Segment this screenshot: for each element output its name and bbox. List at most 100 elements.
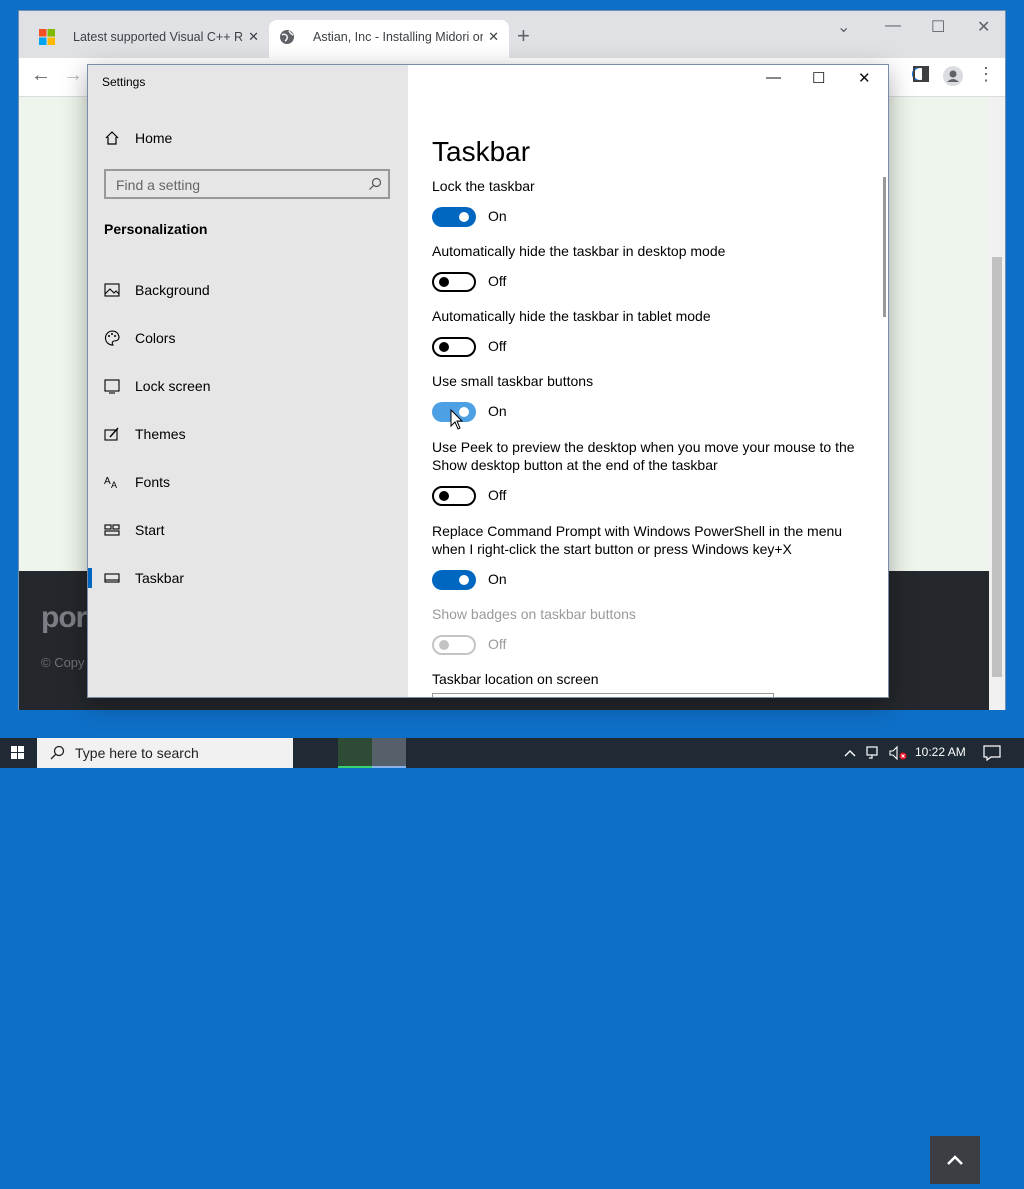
tab-search-icon[interactable]: ⌄	[837, 17, 850, 37]
selection-indicator	[88, 568, 92, 588]
minimize-icon[interactable]: —	[885, 17, 901, 35]
tab-astian[interactable]: Astian, Inc - Installing Midori on ✕	[269, 20, 509, 58]
globe-icon	[280, 30, 294, 44]
close-tab-icon[interactable]: ✕	[488, 20, 499, 54]
windows-taskbar: Type here to search 10:22 AM	[0, 738, 1024, 768]
setting-label: Automatically hide the taskbar in deskto…	[432, 243, 726, 259]
group-heading: Personalization	[104, 221, 208, 237]
maximize-icon[interactable]: ☐	[812, 69, 825, 87]
sidebar-item-label: Themes	[135, 426, 186, 442]
menu-dots-icon[interactable]: ⋮	[977, 64, 995, 85]
lock-taskbar-toggle[interactable]	[432, 207, 476, 227]
search-icon	[50, 745, 65, 760]
image-icon	[104, 283, 120, 297]
setting-autohide-tablet: Automatically hide the taskbar in tablet…	[432, 307, 862, 359]
settings-window: Settings Home Personalization Background	[88, 65, 888, 697]
sidebar-item-label: Lock screen	[135, 378, 211, 394]
sidebar-item-label: Colors	[135, 330, 176, 346]
footer-copyright: © Copy	[41, 655, 85, 670]
setting-badges: Show badges on taskbar buttons Off	[432, 605, 862, 657]
windows-logo-icon	[11, 746, 24, 759]
themes-icon	[104, 427, 119, 441]
search-icon[interactable]	[368, 177, 382, 191]
setting-label: Taskbar location on screen	[432, 671, 599, 687]
taskbar-app-settings[interactable]	[372, 738, 406, 768]
close-icon[interactable]: ✕	[858, 69, 871, 87]
tab-visual-cpp[interactable]: Latest supported Visual C++ Redi ✕	[29, 20, 269, 58]
maximize-icon[interactable]: ☐	[931, 17, 945, 37]
notifications-icon[interactable]	[983, 745, 1001, 761]
sidebar-item-label: Fonts	[135, 474, 171, 490]
sidebar-item-label: Background	[135, 282, 210, 298]
home-icon	[105, 131, 119, 145]
taskbar-app-terminal[interactable]	[338, 738, 372, 768]
setting-label: Lock the taskbar	[432, 178, 535, 194]
autohide-desktop-toggle[interactable]	[432, 272, 476, 292]
setting-small-buttons: Use small taskbar buttons On	[432, 372, 862, 424]
volume-muted-icon[interactable]	[889, 745, 907, 761]
reading-list-icon[interactable]	[913, 66, 929, 82]
setting-lock-taskbar: Lock the taskbar On	[432, 177, 862, 229]
page-scrollbar[interactable]	[989, 97, 1005, 710]
toggle-state: On	[488, 208, 507, 224]
setting-label: Show badges on taskbar buttons	[432, 606, 636, 622]
content-scrollbar[interactable]	[883, 177, 886, 317]
footer-logo: por	[41, 601, 87, 634]
back-icon[interactable]: ←	[31, 64, 51, 87]
mouse-cursor-icon	[450, 409, 464, 430]
close-tab-icon[interactable]: ✕	[248, 20, 259, 54]
badges-toggle	[432, 635, 476, 655]
autohide-tablet-toggle[interactable]	[432, 337, 476, 357]
start-button[interactable]	[0, 738, 36, 768]
chevron-up-icon[interactable]	[843, 747, 857, 759]
sidebar-item-label: Taskbar	[135, 570, 185, 586]
powershell-toggle[interactable]	[432, 570, 476, 590]
sidebar-item-label: Home	[135, 130, 173, 146]
settings-search[interactable]	[104, 169, 390, 199]
chevron-up-icon	[947, 1155, 963, 1165]
sidebar-item-label: Start	[135, 522, 165, 538]
window-title: Settings	[102, 75, 146, 89]
tab-label: Astian, Inc - Installing Midori on	[313, 30, 483, 44]
toggle-state: On	[488, 571, 507, 587]
lock-screen-icon	[104, 379, 120, 394]
svg-text:A: A	[104, 476, 111, 487]
setting-peek: Use Peek to preview the desktop when you…	[432, 438, 860, 508]
search-input[interactable]	[106, 171, 358, 199]
scroll-to-top-button[interactable]	[930, 1136, 980, 1184]
setting-label: Replace Command Prompt with Windows Powe…	[432, 523, 843, 557]
peek-toggle[interactable]	[432, 486, 476, 506]
network-icon[interactable]	[866, 745, 882, 761]
setting-taskbar-location: Taskbar location on screen	[432, 670, 862, 688]
settings-sidebar: Settings Home Personalization Background	[88, 65, 408, 697]
toggle-state: On	[488, 403, 507, 419]
forward-icon[interactable]: →	[63, 64, 83, 87]
setting-powershell: Replace Command Prompt with Windows Powe…	[432, 522, 852, 592]
svg-text:A: A	[111, 480, 117, 490]
taskbar-icon	[104, 573, 120, 583]
tab-strip: Latest supported Visual C++ Redi ✕ Astia…	[19, 11, 1005, 58]
palette-icon	[104, 330, 120, 346]
new-tab-icon[interactable]: +	[517, 23, 530, 49]
toggle-state: Off	[488, 636, 507, 652]
settings-content: — ☐ ✕ Taskbar Lock the taskbar On Automa…	[408, 65, 888, 697]
toggle-state: Off	[488, 273, 507, 289]
setting-autohide-desktop: Automatically hide the taskbar in deskto…	[432, 242, 862, 294]
taskbar-location-dropdown[interactable]	[432, 693, 774, 697]
taskbar-search-placeholder: Type here to search	[75, 745, 199, 761]
close-icon[interactable]: ✕	[977, 17, 990, 37]
taskbar-search[interactable]: Type here to search	[37, 738, 293, 768]
toggle-state: Off	[488, 338, 507, 354]
scrollbar-thumb[interactable]	[992, 257, 1002, 677]
minimize-icon[interactable]: —	[766, 69, 781, 86]
setting-label: Use small taskbar buttons	[432, 373, 594, 389]
fonts-icon: A A	[104, 476, 117, 490]
clock[interactable]: 10:22 AM	[915, 745, 966, 759]
page-title: Taskbar	[432, 135, 531, 167]
tab-label: Latest supported Visual C++ Redi	[73, 30, 243, 44]
profile-avatar-icon[interactable]	[943, 66, 963, 86]
microsoft-logo-icon	[39, 29, 55, 45]
toggle-state: Off	[488, 487, 507, 503]
setting-label: Use Peek to preview the desktop when you…	[432, 439, 855, 473]
setting-label: Automatically hide the taskbar in tablet…	[432, 308, 711, 324]
